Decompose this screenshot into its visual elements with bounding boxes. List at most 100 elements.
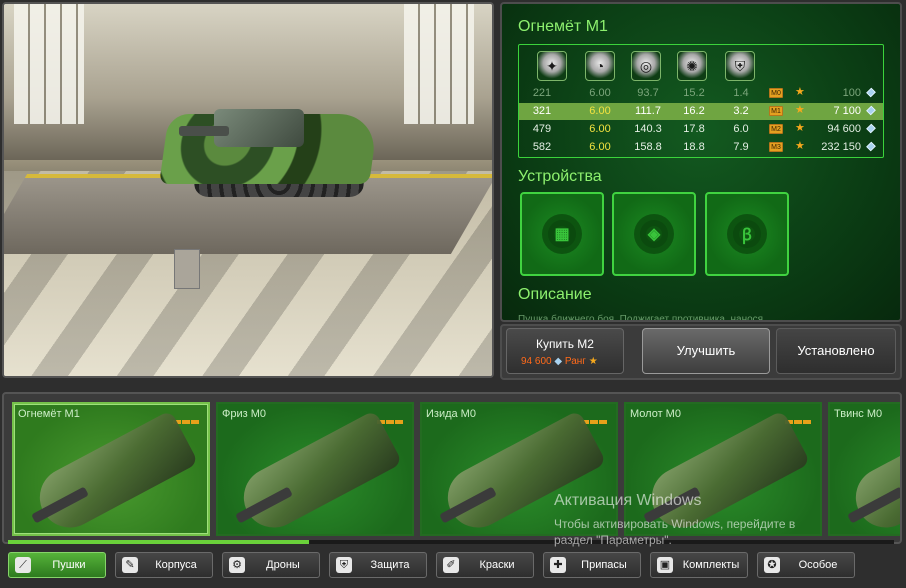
turret-model-image	[233, 409, 403, 539]
upgrade-button[interactable]: Улучшить	[642, 328, 770, 374]
item-title: Огнемёт М1	[518, 18, 608, 35]
buy-button[interactable]: Купить М2 94 600 ◆ Ранг ★	[506, 328, 624, 374]
modification-indicator	[172, 411, 202, 424]
stats-row: 479 6.00 140.3 17.8 6.0 М2 ★ 94 600	[519, 121, 883, 138]
installed-button[interactable]: Установлено	[776, 328, 896, 374]
buy-rank-label: Ранг	[564, 356, 586, 367]
supplies-icon: ✚	[550, 557, 566, 573]
device-3-icon: ꞵ	[727, 214, 767, 254]
tab-shield[interactable]: ⛨ Защита	[329, 552, 427, 578]
stat-value: 15.2	[683, 87, 705, 99]
modification-badge: М2	[769, 124, 783, 134]
item-info-panel: Огнемёт М1 ✦ ◔ ◎ ✺ ⛨ 221 6.00 93.7 15.2 1.4 М…	[500, 2, 902, 322]
stat-value: 6.0	[733, 123, 749, 135]
watermark-line-3: раздел "Параметры".	[554, 533, 672, 547]
item-card-name: Фриз М0	[222, 408, 267, 420]
stat-value: 158.8	[634, 141, 662, 153]
device-slot-3[interactable]: ꞵ	[705, 192, 789, 276]
stat-value: 93.7	[637, 87, 659, 99]
item-card-name: Твинс М0	[834, 408, 883, 420]
tab-label: Припасы	[581, 559, 627, 571]
crystal-icon: ◆	[554, 356, 563, 367]
tab-kit[interactable]: ▣ Комплекты	[650, 552, 748, 578]
windows-activation-watermark: Активация Windows Чтобы активировать Win…	[554, 492, 795, 548]
crystal-icon	[866, 87, 876, 98]
modification-badge: М1	[769, 106, 783, 116]
tab-label: Пушки	[52, 559, 86, 571]
description-heading: Описание	[518, 286, 592, 303]
garage-window	[14, 4, 84, 124]
modification-badge: М3	[769, 142, 783, 152]
shield-icon: ⛨	[336, 557, 352, 573]
tab-hull[interactable]: ✎ Корпуса	[115, 552, 213, 578]
kit-icon: ▣	[657, 557, 673, 573]
stat-value: 6.00	[589, 141, 611, 153]
buy-price-row: 94 600 ◆ Ранг ★	[521, 356, 598, 367]
device-slot-1[interactable]: ▦	[520, 192, 604, 276]
heat-icon: ✺	[677, 51, 707, 81]
tab-label: Защита	[370, 559, 410, 571]
stat-value: 140.3	[634, 123, 662, 135]
item-card-name: Огнемёт М1	[18, 408, 80, 420]
devices-heading: Устройства	[518, 168, 602, 185]
drone-icon: ⚙	[229, 557, 245, 573]
tab-supplies[interactable]: ✚ Припасы	[543, 552, 641, 578]
stat-value: 7.9	[733, 141, 749, 153]
stat-value: 6.00	[589, 105, 611, 117]
crystal-icon	[866, 141, 876, 152]
stat-value: 17.8	[683, 123, 705, 135]
rank-star-icon: ★	[588, 356, 598, 367]
stats-table: ✦ ◔ ◎ ✺ ⛨ 221 6.00 93.7 15.2 1.4 М0 ★ 100 321 6.0…	[518, 44, 884, 158]
item-card[interactable]: Твинс М0	[828, 402, 900, 539]
buy-price: 94 600	[521, 356, 552, 367]
watermark-line-2: Чтобы активировать Windows, перейдите в	[554, 517, 796, 531]
special-icon: ✪	[764, 557, 780, 573]
tab-label: Корпуса	[155, 559, 197, 571]
garage-pillar	[174, 249, 200, 289]
modification-indicator	[376, 411, 406, 424]
paint-icon: ✐	[443, 557, 459, 573]
stat-value: 221	[532, 87, 552, 99]
rank-icon: ★	[795, 140, 805, 152]
watermark-title: Активация Windows	[554, 492, 702, 509]
item-card[interactable]: Огнемёт М1	[12, 402, 210, 539]
rank-icon: ★	[795, 104, 805, 116]
stat-value: 479	[532, 123, 552, 135]
upgrade-price: 7 100	[833, 105, 861, 117]
tab-paint[interactable]: ✐ Краски	[436, 552, 534, 578]
tab-label: Комплекты	[682, 559, 740, 571]
stat-value: 6.00	[589, 87, 611, 99]
range-icon: ◎	[631, 51, 661, 81]
tab-label: Особое	[798, 559, 838, 571]
rank-icon: ★	[795, 122, 805, 134]
tab-drone[interactable]: ⚙ Дроны	[222, 552, 320, 578]
device-1-icon: ▦	[542, 214, 582, 254]
stat-value: 321	[532, 105, 552, 117]
stat-value: 111.7	[635, 105, 661, 117]
fire-rate-icon: ◔	[585, 51, 615, 81]
hull-icon: ✎	[122, 557, 138, 573]
device-slot-2[interactable]: ◈	[612, 192, 696, 276]
tab-label: Краски	[479, 559, 515, 571]
tank-gun	[179, 126, 229, 136]
modification-indicator	[580, 411, 610, 424]
garage-window	[404, 4, 474, 124]
protection-icon: ⛨	[725, 51, 755, 81]
stat-value: 582	[532, 141, 552, 153]
garage-preview[interactable]	[2, 2, 494, 378]
upgrade-price: 100	[842, 87, 861, 99]
stat-value: 18.8	[683, 141, 705, 153]
upgrade-price: 94 600	[827, 123, 861, 135]
stat-value: 6.00	[589, 123, 611, 135]
crystal-icon	[866, 105, 876, 116]
stats-row: 321 6.00 111.7 16.2 3.2 М1 ★ 7 100	[519, 103, 883, 120]
carousel-scroll-fill	[8, 540, 310, 544]
stat-value: 3.2	[733, 105, 749, 117]
item-card[interactable]: Фриз М0	[216, 402, 414, 539]
stats-row: 582 6.00 158.8 18.8 7.9 М3 ★ 232 150	[519, 139, 883, 156]
item-card-name: Молот М0	[630, 408, 681, 420]
stat-value: 16.2	[683, 105, 705, 117]
tab-special[interactable]: ✪ Особое	[757, 552, 855, 578]
cannon-icon: ⟋	[15, 557, 31, 573]
tab-cannon[interactable]: ⟋ Пушки	[8, 552, 106, 578]
